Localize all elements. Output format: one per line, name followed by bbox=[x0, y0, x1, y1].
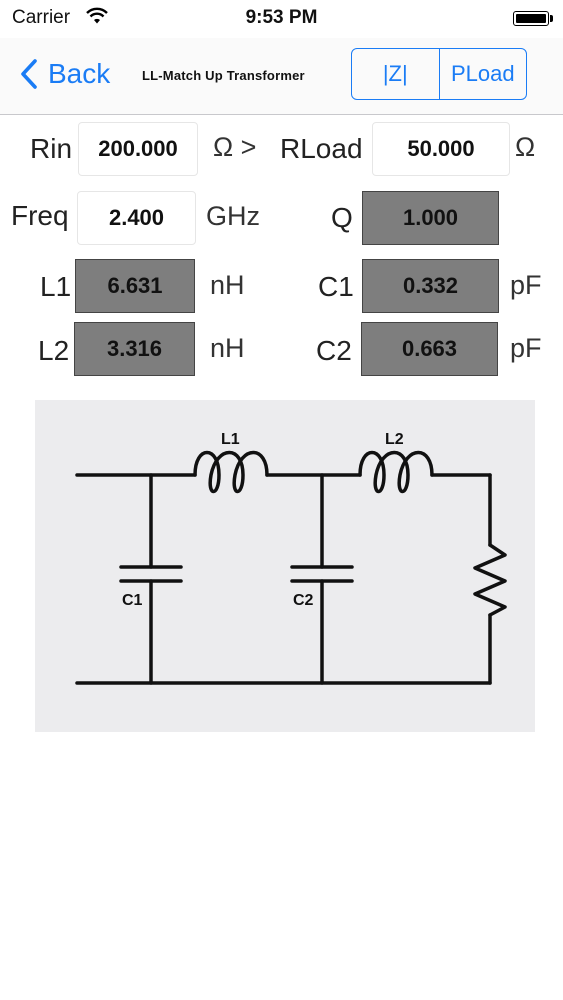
rload-input[interactable] bbox=[372, 122, 510, 176]
circuit-schematic: L1 L2 C1 C2 bbox=[35, 400, 535, 732]
schematic-label-c2: C2 bbox=[293, 592, 314, 609]
rload-unit: Ω bbox=[515, 132, 536, 162]
resistor-load bbox=[473, 543, 507, 617]
rin-unit: Ω > bbox=[213, 132, 257, 162]
c1-value: 0.332 bbox=[362, 259, 499, 313]
l2-label: L2 bbox=[38, 335, 70, 366]
freq-label: Freq bbox=[11, 200, 69, 231]
status-bar: Carrier 9:53 PM bbox=[0, 0, 563, 38]
q-label: Q bbox=[331, 202, 353, 233]
navigation-bar: Back LL-Match Up Transformer |Z| PLoad bbox=[0, 38, 563, 115]
freq-unit: GHz bbox=[206, 201, 260, 231]
l1-value: 6.631 bbox=[75, 259, 195, 313]
schematic-label-c1: C1 bbox=[122, 592, 143, 609]
back-button[interactable]: Back bbox=[20, 52, 110, 96]
l1-label: L1 bbox=[40, 271, 72, 302]
rload-label: RLoad bbox=[280, 133, 363, 164]
segment-impedance[interactable]: |Z| bbox=[352, 49, 439, 99]
schematic-label-l1: L1 bbox=[221, 431, 240, 448]
schematic-drawing: L1 L2 C1 C2 bbox=[75, 431, 507, 685]
c2-unit: pF bbox=[510, 333, 542, 363]
rin-label: Rin bbox=[30, 133, 73, 164]
segment-pload[interactable]: PLoad bbox=[438, 49, 527, 99]
segmented-control: |Z| PLoad bbox=[351, 48, 527, 100]
q-value: 1.000 bbox=[362, 191, 499, 245]
inductor-l1 bbox=[193, 450, 269, 494]
back-label: Back bbox=[48, 58, 111, 89]
l2-unit: nH bbox=[210, 333, 245, 363]
clock: 9:53 PM bbox=[245, 7, 318, 28]
c2-value: 0.663 bbox=[361, 322, 498, 376]
inductor-l2 bbox=[358, 450, 434, 494]
l2-value: 3.316 bbox=[74, 322, 195, 376]
page-title: LL-Match Up Transformer bbox=[142, 68, 305, 83]
battery-icon bbox=[513, 11, 553, 26]
c1-label: C1 bbox=[318, 271, 354, 302]
c1-unit: pF bbox=[510, 270, 542, 300]
chevron-left-icon bbox=[21, 59, 37, 89]
l1-unit: nH bbox=[210, 270, 245, 300]
freq-input[interactable] bbox=[77, 191, 196, 245]
c2-label: C2 bbox=[316, 335, 352, 366]
schematic-label-l2: L2 bbox=[385, 431, 404, 448]
rin-input[interactable] bbox=[78, 122, 198, 176]
